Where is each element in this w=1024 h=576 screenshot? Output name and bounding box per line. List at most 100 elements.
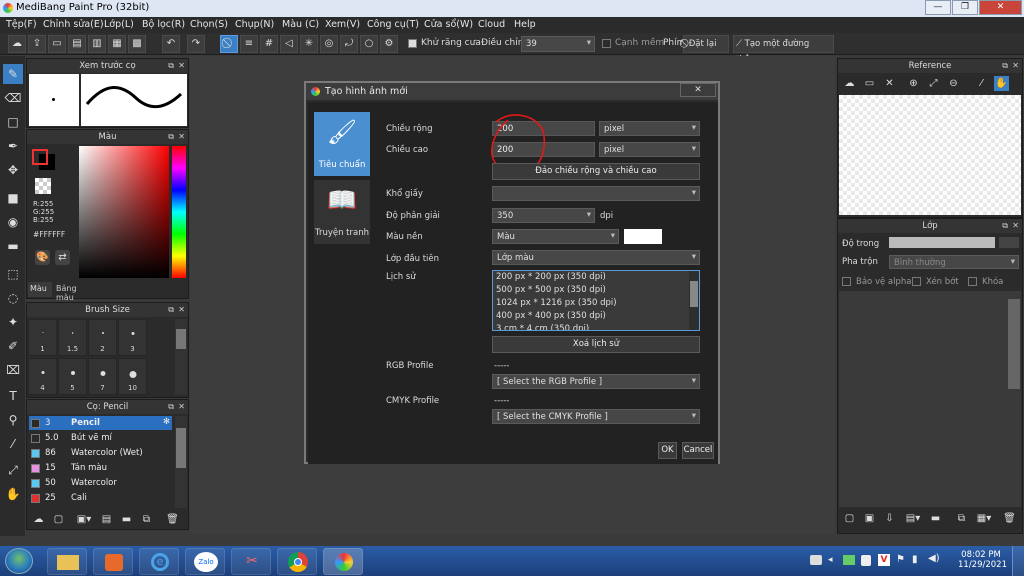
- scroll-thumb[interactable]: [690, 281, 698, 307]
- snap-off-icon[interactable]: ⃠: [220, 35, 238, 53]
- brush-item-pen[interactable]: 5.0 Bút vẽ mí: [29, 431, 179, 445]
- menu-view[interactable]: Xem(V): [325, 19, 360, 30]
- zoom-in-icon[interactable]: ⊕: [906, 76, 921, 91]
- lock-checkbox[interactable]: [968, 277, 977, 286]
- snap-settings-icon[interactable]: ⚙: [380, 35, 398, 53]
- blend-dropdown[interactable]: Bình thường: [889, 255, 1019, 269]
- close-button[interactable]: ✕: [979, 0, 1022, 15]
- start-button[interactable]: [5, 548, 33, 574]
- history-scrollbar[interactable]: [689, 271, 699, 330]
- first-layer-dropdown[interactable]: Lớp màu: [492, 250, 700, 265]
- float-icon[interactable]: ⧉: [168, 303, 174, 317]
- panel-icon[interactable]: ▥: [88, 35, 106, 53]
- grid-icon[interactable]: ▩: [128, 35, 146, 53]
- scroll-thumb[interactable]: [176, 428, 186, 468]
- select-pen-icon[interactable]: ✐: [3, 336, 23, 356]
- menu-edit[interactable]: Chỉnh sửa(E): [43, 19, 104, 30]
- tray-chat-icon[interactable]: [810, 555, 822, 565]
- brush-size-5[interactable]: 5: [58, 358, 87, 395]
- close-ref-icon[interactable]: ✕: [882, 76, 897, 91]
- brush-item-blur[interactable]: 15 Tán màu: [29, 461, 179, 475]
- merge-layer-icon[interactable]: ⇩: [882, 511, 897, 526]
- menu-capture[interactable]: Chụp(N): [235, 19, 274, 30]
- brush-size-4[interactable]: 4: [28, 358, 57, 395]
- clipping-checkbox[interactable]: [912, 277, 921, 286]
- brush-size-scrollbar[interactable]: [175, 319, 187, 395]
- cmyk-profile-dropdown[interactable]: [ Select the CMYK Profile ]: [492, 409, 700, 424]
- float-icon[interactable]: ⧉: [168, 130, 174, 144]
- fill-tool-icon[interactable]: ◉: [3, 212, 23, 232]
- hand-ref-icon[interactable]: ✋: [994, 76, 1009, 91]
- menu-window[interactable]: Cửa sổ(W): [424, 19, 473, 30]
- foreground-color-swatch[interactable]: [32, 149, 48, 165]
- snap-perspective-icon[interactable]: ◁: [280, 35, 298, 53]
- adjust-dropdown[interactable]: 39: [521, 36, 595, 52]
- paint-taskbar-icon[interactable]: ✂: [231, 548, 271, 575]
- move-tool-icon[interactable]: ✥: [3, 160, 23, 180]
- cloud-icon[interactable]: ☁: [8, 35, 26, 53]
- layer-scroll-thumb[interactable]: [1008, 299, 1020, 389]
- history-list[interactable]: 200 px * 200 px (350 dpi) 500 px * 500 p…: [492, 270, 700, 331]
- show-desktop-button[interactable]: [1012, 546, 1024, 576]
- menu-color[interactable]: Màu (C): [282, 19, 319, 30]
- scroll-thumb[interactable]: [176, 329, 186, 349]
- trash-icon[interactable]: 🗑: [165, 512, 180, 527]
- snap-grid-icon[interactable]: #: [260, 35, 278, 53]
- fit-icon[interactable]: ⤢: [926, 76, 941, 91]
- table-icon[interactable]: ▦: [108, 35, 126, 53]
- clock[interactable]: 08:02 PM 11/29/2021: [958, 550, 1007, 570]
- cloud-brush-icon[interactable]: ☁: [31, 512, 46, 527]
- minimize-button[interactable]: —: [925, 0, 951, 15]
- close-icon[interactable]: ✕: [178, 400, 185, 414]
- add-brush-icon[interactable]: ▣▾: [73, 512, 95, 527]
- brush-size-7[interactable]: 7: [88, 358, 117, 395]
- tab-standard[interactable]: 🖌 Tiêu chuẩn: [314, 112, 370, 176]
- menu-tools[interactable]: Công cụ(T): [367, 19, 419, 30]
- brush-size-10[interactable]: 10: [118, 358, 147, 395]
- history-item[interactable]: 200 px * 200 px (350 dpi): [493, 271, 699, 284]
- resolution-dropdown[interactable]: 350: [492, 208, 595, 223]
- float-icon[interactable]: ⧉: [1002, 219, 1008, 233]
- layer-settings-icon[interactable]: ▦▾: [974, 511, 994, 526]
- redo-icon[interactable]: ↷: [187, 35, 205, 53]
- menu-filter[interactable]: Bộ lọc(R): [142, 19, 185, 30]
- close-icon[interactable]: ✕: [1012, 219, 1019, 233]
- brush-settings-icon[interactable]: ▤: [99, 512, 114, 527]
- ok-button[interactable]: OK: [658, 442, 677, 459]
- close-icon[interactable]: ✕: [1012, 59, 1019, 73]
- clear-history-button[interactable]: Xoá lịch sử: [492, 336, 700, 353]
- gear-icon[interactable]: ✻: [163, 417, 170, 427]
- gradient-tool-icon[interactable]: ▬: [3, 236, 23, 256]
- duplicate-layer-icon[interactable]: ⧉: [954, 511, 969, 526]
- explorer-taskbar-icon[interactable]: [47, 548, 87, 575]
- float-icon[interactable]: ⧉: [168, 59, 174, 73]
- tray-flag-icon[interactable]: ⚑: [896, 554, 905, 565]
- tray-nvidia-icon[interactable]: [843, 555, 855, 565]
- comment-icon[interactable]: ▭: [48, 35, 66, 53]
- new-halftone-layer-icon[interactable]: ▣: [862, 511, 877, 526]
- folder-icon[interactable]: ▬: [119, 512, 134, 527]
- zoom-tool-icon[interactable]: ⤢: [3, 460, 23, 480]
- magic-wand-icon[interactable]: ✦: [3, 312, 23, 332]
- zalo-taskbar-icon[interactable]: Zalo: [185, 548, 225, 575]
- brush-size-1[interactable]: 1: [28, 319, 57, 356]
- brush-tool-icon[interactable]: ✎: [3, 64, 23, 84]
- eyedropper-icon[interactable]: ⁄: [3, 434, 23, 454]
- rect-tool-icon[interactable]: □: [3, 112, 23, 132]
- new-layer-icon[interactable]: ▢: [842, 511, 857, 526]
- edge-checkbox[interactable]: [602, 39, 611, 48]
- close-icon[interactable]: ✕: [178, 303, 185, 317]
- snap-parallel-icon[interactable]: ≡: [240, 35, 258, 53]
- tab-comic[interactable]: 📖 Truyện tranh: [314, 180, 370, 244]
- layer-list[interactable]: [839, 291, 1021, 507]
- delete-layer-icon[interactable]: 🗑: [1002, 511, 1017, 526]
- tab-color[interactable]: Màu: [28, 282, 52, 297]
- swap-colors-icon[interactable]: ⇄: [55, 250, 70, 265]
- medibang-taskbar-icon[interactable]: [323, 548, 363, 575]
- antialias-checkbox[interactable]: [408, 39, 417, 48]
- protect-alpha-checkbox[interactable]: [842, 277, 851, 286]
- undo-icon[interactable]: ↶: [162, 35, 180, 53]
- cancel-button[interactable]: Cancel: [682, 442, 714, 459]
- dialog-close-button[interactable]: ✕: [680, 83, 716, 97]
- tray-volume-icon[interactable]: ◀): [928, 553, 940, 564]
